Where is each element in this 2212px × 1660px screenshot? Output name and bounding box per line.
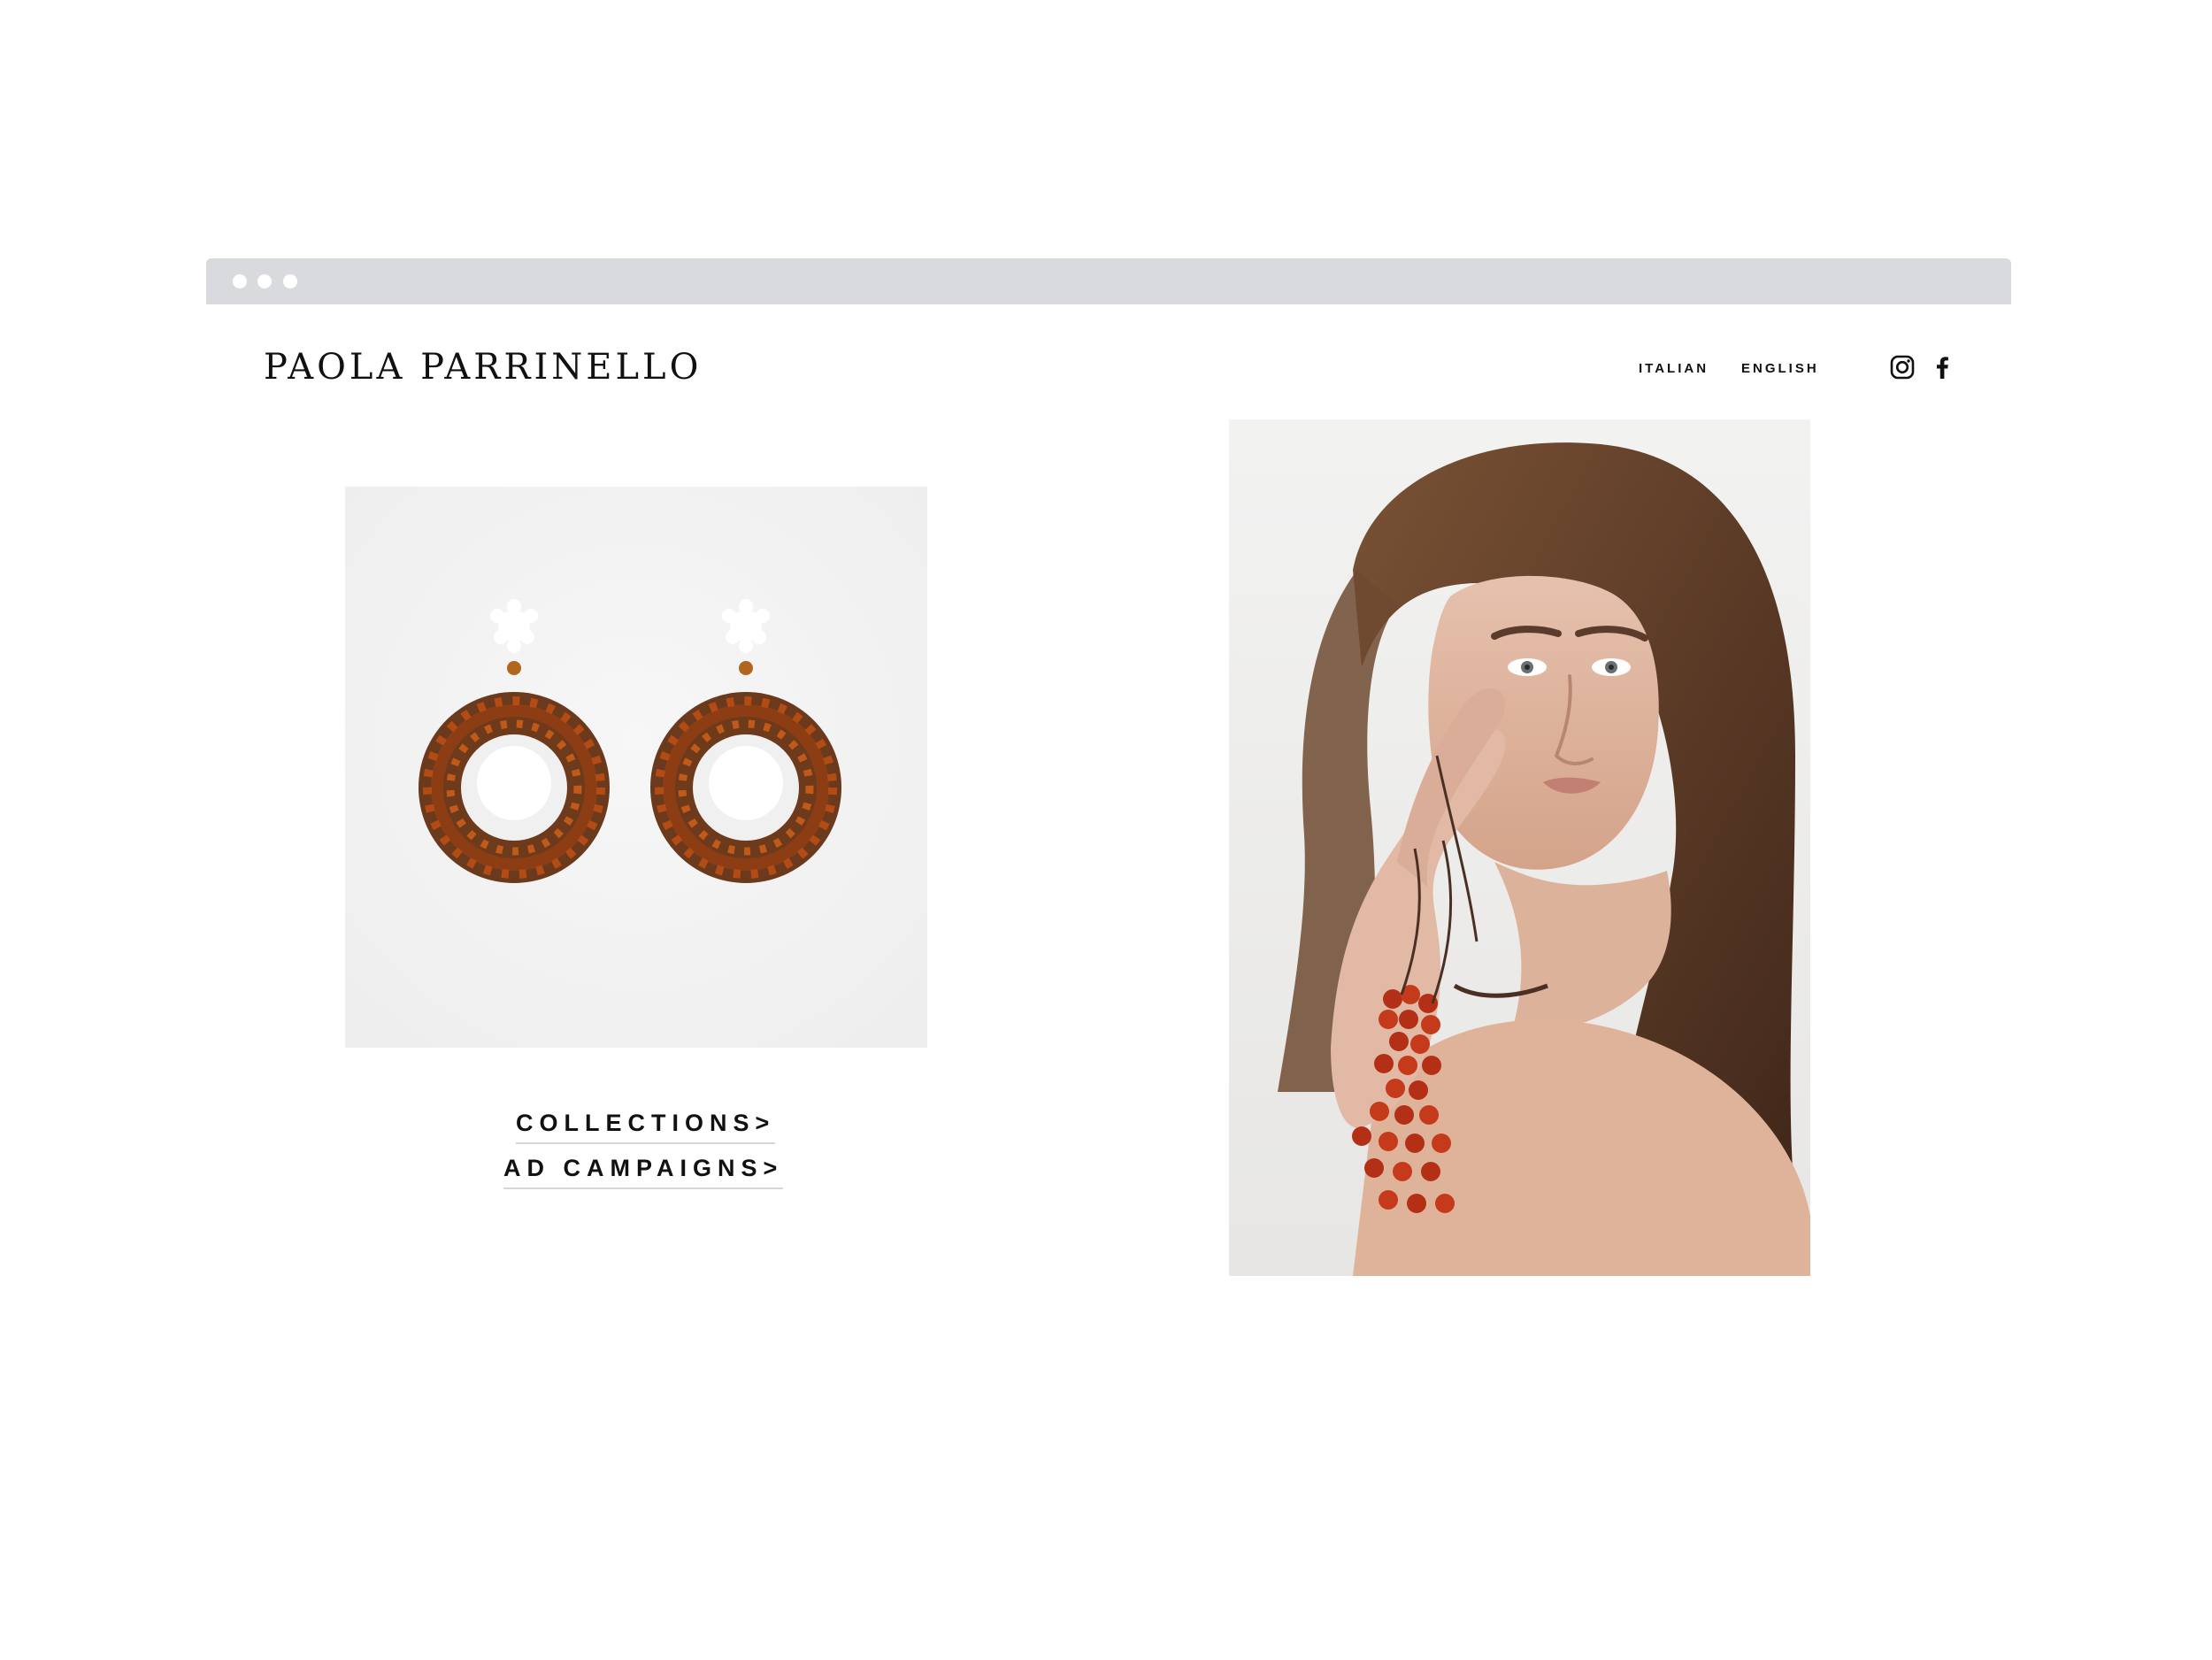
browser-window-bar: [206, 258, 2011, 304]
facebook-icon[interactable]: [1928, 353, 1956, 381]
ad-campaigns-link[interactable]: AD CAMPAIGNS>: [503, 1155, 784, 1189]
language-italian-link[interactable]: ITALIAN: [1639, 361, 1709, 376]
window-control-dot[interactable]: [283, 274, 297, 288]
collections-link[interactable]: COLLECTIONS>: [516, 1110, 776, 1144]
earrings-product-image[interactable]: [345, 487, 927, 1048]
instagram-icon[interactable]: [1888, 353, 1916, 381]
window-control-dot[interactable]: [233, 274, 247, 288]
brand-logo[interactable]: PAOLA PARRINELLO: [264, 347, 702, 388]
site-page: PAOLA PARRINELLO ITALIAN ENGLISH COLLECT…: [206, 304, 2011, 1366]
campaign-model-image[interactable]: [1229, 419, 1810, 1276]
language-english-link[interactable]: ENGLISH: [1741, 361, 1819, 376]
window-control-dot[interactable]: [257, 274, 272, 288]
